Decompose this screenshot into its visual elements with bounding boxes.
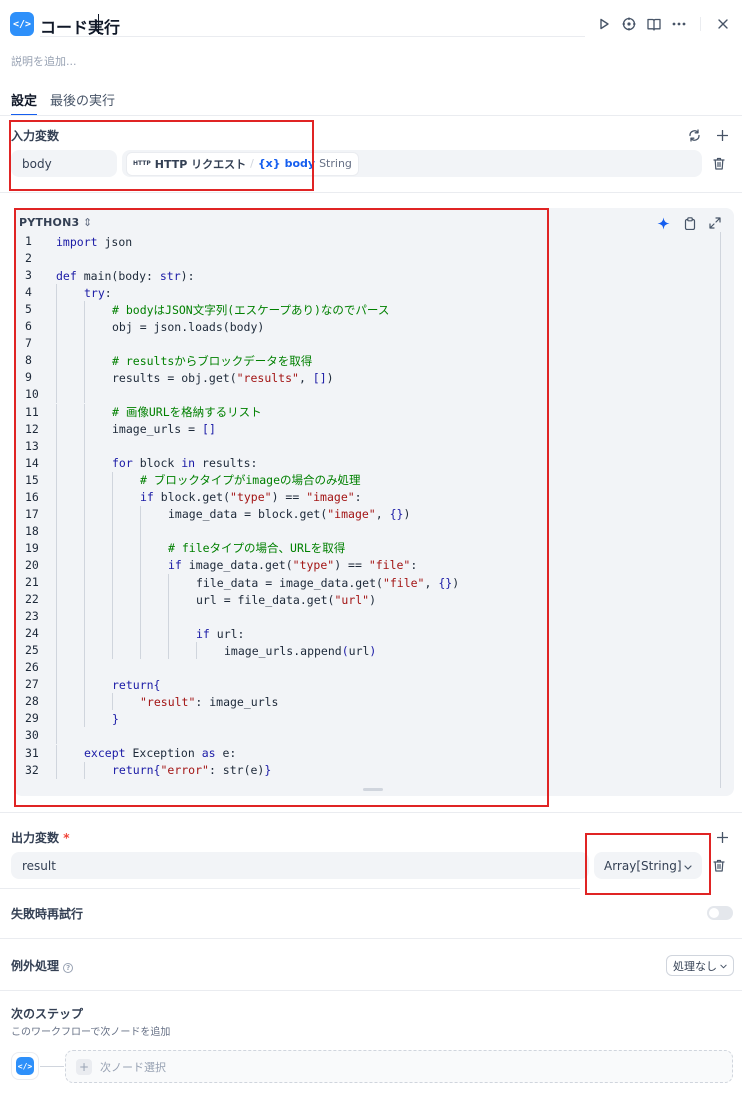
trash-icon[interactable] — [710, 154, 728, 172]
output-type-value: Array[String] — [604, 858, 682, 873]
language-selector[interactable]: PYTHON3 ⇕ — [19, 216, 92, 229]
crosshair-icon[interactable] — [620, 15, 638, 33]
input-variables-label: 入力変数 — [11, 129, 60, 143]
variable-icon: {x} — [257, 157, 281, 170]
header-divider — [700, 17, 701, 31]
description-input[interactable]: 説明を追加... — [11, 53, 77, 69]
section-divider — [0, 938, 742, 939]
output-var-name[interactable]: result — [11, 852, 589, 879]
trash-icon[interactable] — [710, 856, 728, 874]
add-output-icon[interactable] — [713, 828, 731, 846]
section-divider — [0, 192, 742, 193]
tab-last-run[interactable]: 最後の実行 — [50, 90, 115, 109]
more-icon[interactable] — [670, 15, 688, 33]
next-node-select[interactable]: + 次ノード選択 — [65, 1050, 733, 1083]
retry-toggle[interactable] — [707, 906, 733, 920]
plus-icon: + — [76, 1058, 92, 1075]
next-node-placeholder: 次ノード選択 — [100, 1060, 166, 1074]
add-input-icon[interactable] — [713, 126, 731, 144]
output-type-select[interactable]: Array[String] — [594, 852, 702, 879]
editor-scrollbar[interactable] — [720, 232, 721, 788]
copy-icon[interactable] — [681, 214, 699, 232]
current-node-badge: </> — [11, 1052, 39, 1080]
source-node-name: HTTP リクエスト — [154, 157, 247, 171]
input-var-name[interactable]: body — [11, 150, 117, 177]
code-node-icon: </> — [16, 1057, 34, 1075]
expand-icon[interactable] — [706, 214, 724, 232]
close-icon[interactable] — [714, 15, 732, 33]
run-icon[interactable] — [595, 15, 613, 33]
exception-label: 例外処理 ? — [11, 957, 74, 974]
output-variables-label: 出力変数 * — [11, 831, 70, 845]
help-icon[interactable]: ? — [63, 963, 74, 973]
title-underline — [40, 36, 585, 37]
code-node-icon: </> — [10, 12, 34, 36]
variable-type: String — [319, 157, 352, 170]
variable-name: body — [284, 157, 316, 170]
exception-select[interactable]: 処理なし — [666, 955, 734, 976]
chevron-down-icon — [684, 859, 692, 873]
section-divider — [0, 812, 742, 813]
input-var-value-selector[interactable]: HTTP HTTP リクエスト / {x} body String — [122, 150, 702, 177]
book-icon[interactable] — [645, 15, 663, 33]
connector-line — [40, 1066, 64, 1067]
ai-sparkle-icon[interactable] — [654, 214, 672, 232]
required-mark: * — [63, 831, 70, 845]
sync-icon[interactable] — [685, 126, 703, 144]
chip-separator: / — [250, 157, 254, 170]
tab-settings[interactable]: 設定 — [11, 90, 37, 109]
http-icon: HTTP — [133, 160, 151, 167]
tabs-divider — [0, 115, 742, 116]
node-title[interactable]: コード実行 — [40, 14, 120, 38]
variable-reference-chip[interactable]: HTTP HTTP リクエスト / {x} body String — [126, 151, 359, 176]
code-editor[interactable] — [14, 208, 734, 796]
retry-label: 失敗時再試行 — [11, 907, 84, 921]
next-step-description: このワークフローで次ノードを追加 — [11, 1027, 171, 1038]
section-divider — [0, 888, 580, 889]
text-caret — [98, 14, 99, 34]
resize-handle[interactable] — [363, 788, 383, 791]
chevron-down-icon — [720, 959, 727, 972]
section-divider — [0, 990, 742, 991]
next-step-label: 次のステップ — [11, 1007, 84, 1021]
